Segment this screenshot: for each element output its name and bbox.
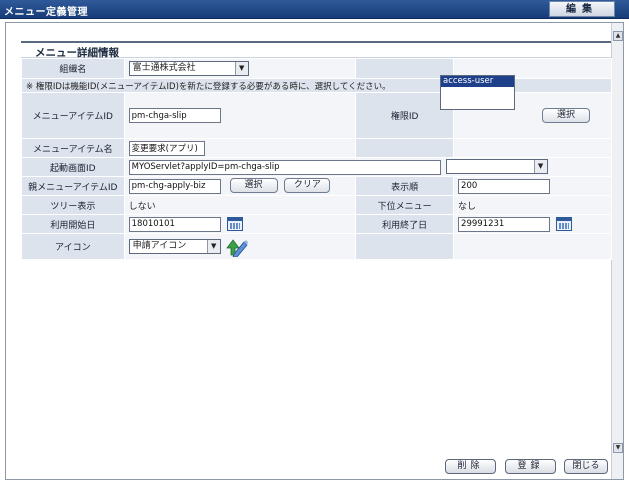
delete-button[interactable]: 削除	[445, 459, 496, 474]
display-order-input[interactable]	[458, 178, 551, 194]
apply-icon	[225, 238, 248, 257]
chevron-down-icon[interactable]: ▼	[533, 160, 547, 174]
vertical-scrollbar[interactable]: ▲ ▼	[611, 23, 623, 479]
item-id-label: メニューアイテムID	[21, 92, 125, 139]
screen-id-input[interactable]	[128, 159, 441, 175]
parent-item-label: 親メニューアイテムID	[21, 176, 125, 196]
item-name-label: メニューアイテム名	[21, 138, 125, 158]
end-date-label: 利用終了日	[355, 214, 455, 234]
permission-label: 権限ID	[355, 92, 455, 139]
calendar-icon[interactable]	[226, 216, 243, 231]
register-button[interactable]: 登録	[505, 459, 556, 474]
screen-id-select[interactable]: ▼	[445, 159, 548, 175]
scroll-up-icon[interactable]: ▲	[613, 31, 623, 41]
chevron-down-icon[interactable]: ▼	[206, 240, 220, 253]
org-label: 組織名	[21, 58, 125, 79]
window-titlebar: メニュー定義管理 編集	[0, 0, 629, 19]
start-date-label: 利用開始日	[21, 214, 125, 234]
screen-id-label: 起動画面ID	[21, 157, 125, 177]
sub-menu-label: 下位メニュー	[355, 195, 455, 215]
edit-mode-badge: 編集	[549, 1, 615, 17]
icon-select[interactable]: 申請アイコン ▼	[128, 239, 221, 254]
calendar-icon[interactable]	[555, 216, 572, 231]
icon-label: アイコン	[21, 233, 125, 260]
display-order-label: 表示順	[355, 176, 455, 196]
sub-menu-value: なし	[453, 195, 612, 215]
permission-option-selected[interactable]: access-user	[441, 76, 514, 87]
org-select[interactable]: 富士通株式会社 ▼	[128, 61, 249, 76]
parent-clear-button[interactable]: クリア	[284, 178, 331, 194]
window-title: メニュー定義管理	[4, 7, 88, 18]
scroll-down-icon[interactable]: ▼	[613, 443, 623, 453]
item-id-input[interactable]	[128, 108, 221, 123]
permission-note: ※ 権限IDは機能ID(メニューアイテムID)を新たに登録する必要がある時に、選…	[21, 78, 612, 93]
permission-select-button[interactable]: 選択	[542, 108, 591, 123]
end-date-input[interactable]	[458, 216, 551, 232]
menu-detail-form: 組織名 富士通株式会社 ▼ ※ 権限IDは機能ID(メニューアイテムID)を新た…	[21, 58, 613, 260]
tree-display-value: しない	[123, 195, 357, 215]
section-title: メニュー詳細情報	[21, 41, 611, 59]
parent-item-input[interactable]	[128, 178, 221, 194]
permission-listbox[interactable]: access-user	[440, 75, 515, 110]
chevron-down-icon[interactable]: ▼	[234, 62, 248, 75]
tree-display-label: ツリー表示	[21, 195, 125, 215]
close-button[interactable]: 閉じる	[564, 459, 608, 474]
parent-select-button[interactable]: 選択	[229, 178, 278, 194]
item-name-input[interactable]	[128, 140, 205, 156]
start-date-input[interactable]	[128, 216, 221, 232]
